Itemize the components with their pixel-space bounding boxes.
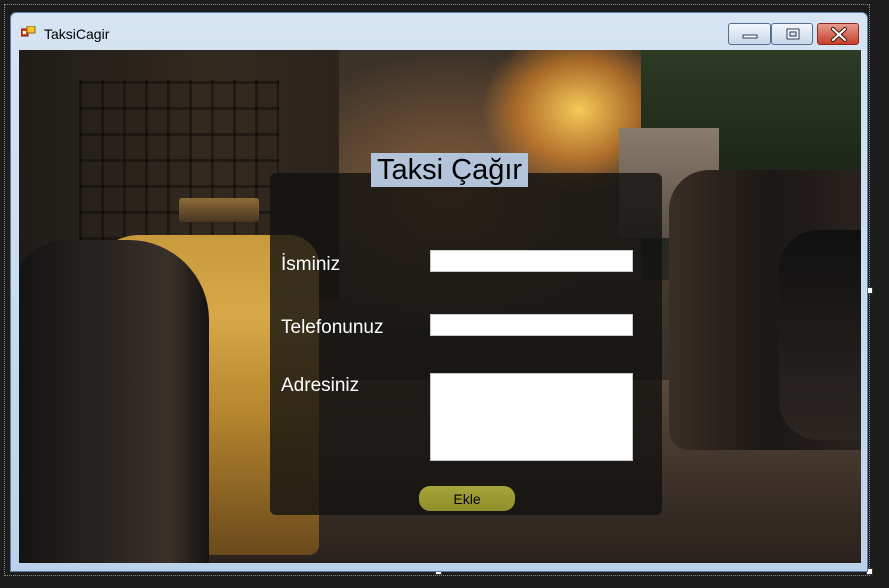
background-taxi-sign [179,198,259,222]
address-label: Adresiniz [281,375,360,396]
form-client-area: Taksi Çağır İsminiz Telefonunuz Adresini… [19,50,861,563]
title-bar[interactable]: TaksiCagir [11,13,867,49]
maximize-icon [786,28,800,40]
close-button[interactable] [817,23,859,45]
maximize-button[interactable] [771,23,813,45]
form-icon [21,26,36,37]
name-input[interactable] [430,250,633,272]
name-label: İsminiz [281,254,341,275]
close-icon [831,27,847,42]
app-window: TaksiCagir Taksi Çağır İsminiz Telefonun… [10,12,868,572]
address-textarea[interactable] [430,373,633,461]
phone-label: Telefonunuz [281,317,384,338]
add-button[interactable]: Ekle [419,486,515,511]
minimize-icon [742,34,758,39]
background-car-left [19,240,209,563]
background-car-right-near [779,230,861,440]
form-panel [270,173,662,515]
minimize-button[interactable] [728,23,771,45]
phone-input[interactable] [430,314,633,336]
form-heading: Taksi Çağır [371,153,529,187]
window-title: TaksiCagir [44,26,110,42]
